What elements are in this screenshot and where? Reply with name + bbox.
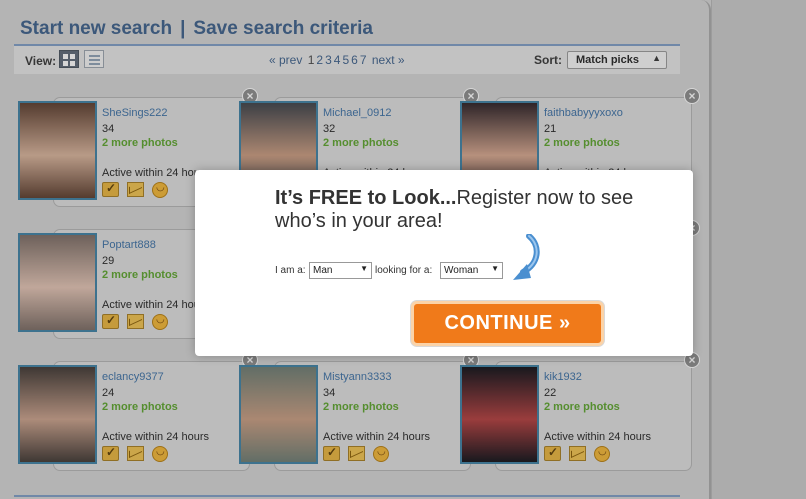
- curved-arrow-icon: [513, 234, 540, 280]
- chevron-down-icon: ▼: [491, 264, 499, 273]
- chevron-down-icon: ▼: [360, 264, 368, 273]
- headline-bold: It’s FREE to Look...: [275, 187, 457, 209]
- register-modal: It’s FREE to Look...Register now to see …: [195, 170, 693, 356]
- i-am-label: I am a:: [275, 265, 306, 276]
- modal-headline: It’s FREE to Look...Register now to see …: [275, 187, 635, 233]
- continue-button[interactable]: CONTINUE »: [411, 301, 604, 346]
- i-am-select[interactable]: Man ▼: [309, 262, 372, 279]
- looking-for-value: Woman: [444, 265, 479, 276]
- looking-for-label: looking for a:: [375, 265, 433, 276]
- i-am-value: Man: [313, 265, 333, 276]
- looking-for-select[interactable]: Woman ▼: [440, 262, 503, 279]
